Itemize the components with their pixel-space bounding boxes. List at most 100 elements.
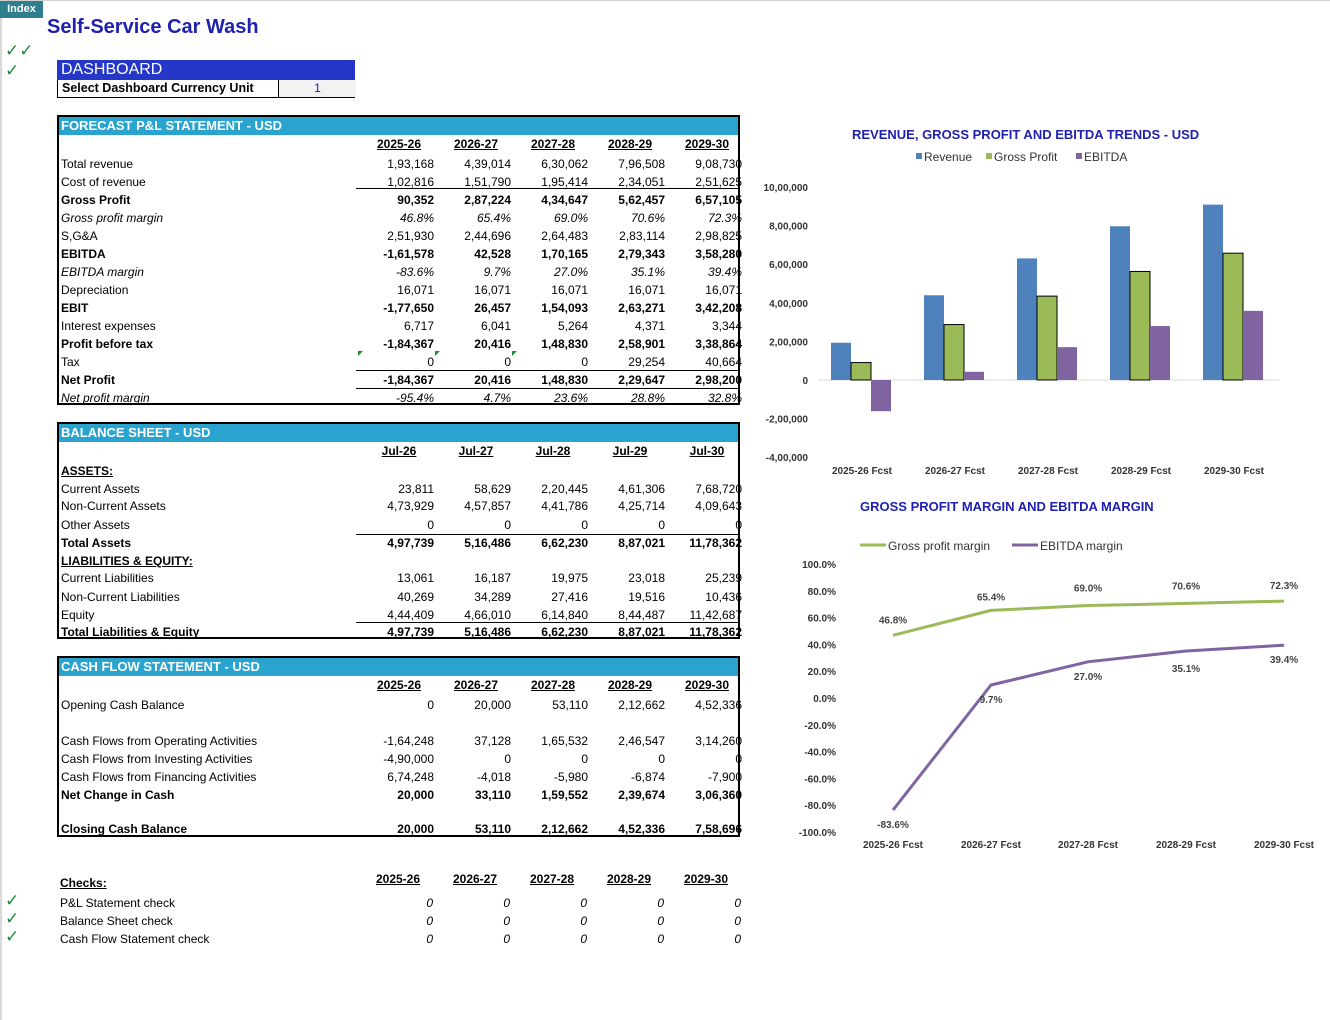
cell-value: 58,629 xyxy=(474,482,511,496)
cell-value: 16,071 xyxy=(705,283,742,297)
pl-header-row: 2025-26 2026-27 2027-28 2028-29 2029-30 xyxy=(60,135,740,153)
balance-sheet-heading: BALANCE SHEET - USD xyxy=(59,424,738,442)
legend-label: Gross Profit xyxy=(994,150,1058,164)
cell-value: 0 xyxy=(503,896,510,910)
column-header: 2025-26 xyxy=(375,872,421,886)
currency-unit-label: Select Dashboard Currency Unit xyxy=(62,81,254,95)
cell-value: 0 xyxy=(658,518,665,532)
cell-value: 0 xyxy=(504,752,511,766)
bar-gross-profit xyxy=(1222,252,1244,381)
cell-value: 23,018 xyxy=(628,571,665,585)
row-label: Net Profit xyxy=(61,373,115,387)
cell-value: 2,87,224 xyxy=(464,193,511,207)
cell-value: 4,66,010 xyxy=(464,608,511,622)
cell-value: 5,16,486 xyxy=(464,625,511,639)
cell-value: 0 xyxy=(734,932,741,946)
x-tick-label: 2027-28 Fcst xyxy=(1018,466,1079,477)
cell-value: 6,57,105 xyxy=(695,193,742,207)
y-tick-label: -2,00,000 xyxy=(766,415,809,426)
column-header: 2029-30 xyxy=(684,678,730,692)
table-row: Depreciation 16,071 16,071 16,071 16,071 16,0… xyxy=(60,281,742,299)
cell-value: 5,264 xyxy=(557,319,588,333)
cell-value: 6,62,230 xyxy=(541,536,588,550)
table-row: Total Assets 4,97,739 5,16,486 6,62,230 8,87… xyxy=(60,534,742,552)
table-row: Non-Current Liabilities 40,269 34,289 27,41… xyxy=(60,588,742,606)
row-label: Interest expenses xyxy=(61,319,156,333)
column-header: Jul-30 xyxy=(689,444,725,458)
cell-value: 42,528 xyxy=(474,247,511,261)
cell-value: 90,352 xyxy=(397,193,434,207)
legend-label: Gross profit margin xyxy=(888,539,990,553)
cell-value: 13,061 xyxy=(397,571,434,585)
sheet-top-gridline xyxy=(0,0,1330,1)
column-header: 2028-29 xyxy=(607,137,653,151)
cell-value: 0 xyxy=(580,896,587,910)
cell-value: 0 xyxy=(504,355,511,369)
x-tick-label: 2028-29 Fcst xyxy=(1111,466,1172,477)
table-row: Other Assets 0 0 0 0 0 xyxy=(60,516,742,534)
cell-value: -4,90,000 xyxy=(383,752,434,766)
column-header: 2027-28 xyxy=(530,137,576,151)
checks-table: Checks: 2025-26 2026-27 2027-28 2028-29 2029-… xyxy=(58,870,741,950)
cell-value: 10,436 xyxy=(705,590,742,604)
cash-flow-heading: CASH FLOW STATEMENT - USD xyxy=(59,658,738,676)
cell-value: 0 xyxy=(734,896,741,910)
cell-value: 8,44,487 xyxy=(618,608,665,622)
bar-ebitda xyxy=(1150,326,1170,380)
cell-value: 2,98,200 xyxy=(695,373,742,387)
bs-header-row: Jul-26 Jul-27 Jul-28 Jul-29 Jul-30 xyxy=(60,442,740,460)
cell-value: 6,30,062 xyxy=(541,157,588,171)
cell-value: 23.6% xyxy=(553,391,588,405)
row-label: Tax xyxy=(61,355,80,369)
cell-value: 0 xyxy=(657,932,664,946)
column-header: Jul-27 xyxy=(458,444,494,458)
cell-value: 35.1% xyxy=(630,265,665,279)
cell-value: 53,110 xyxy=(474,822,511,836)
index-tab-button[interactable]: Index xyxy=(0,1,43,18)
cell-comment-indicator xyxy=(358,351,363,356)
table-row: EBITDA -1,61,578 42,528 1,70,165 2,79,343 3,5… xyxy=(60,245,742,263)
cell-value: 5,16,486 xyxy=(464,536,511,550)
row-label: Depreciation xyxy=(61,283,129,297)
row-label: Cash Flow Statement check xyxy=(60,932,210,946)
row-label: Current Assets xyxy=(61,482,140,496)
cell-value: 7,96,508 xyxy=(618,157,665,171)
cell-value: 0 xyxy=(734,914,741,928)
cell-value: 1,51,790 xyxy=(464,175,511,189)
cell-value: -1,84,367 xyxy=(383,337,434,351)
cell-value: 2,46,547 xyxy=(618,734,665,748)
row-label: Non-Current Liabilities xyxy=(61,590,180,604)
cell-value: 33,110 xyxy=(474,788,511,802)
table-row: Balance Sheet check 0 0 0 0 0 xyxy=(59,912,741,930)
cell-value: 16,071 xyxy=(474,283,511,297)
pl-statement-heading: FORECAST P&L STATEMENT - USD xyxy=(59,117,738,135)
cell-value: 0 xyxy=(580,932,587,946)
row-label: Cost of revenue xyxy=(61,175,146,189)
dashboard-heading: DASHBOARD xyxy=(57,60,355,80)
currency-unit-input[interactable]: 1 xyxy=(278,80,356,97)
row-label: Net Change in Cash xyxy=(61,788,175,802)
y-tick-label: 4,00,000 xyxy=(769,299,808,310)
table-row: Interest expenses 6,717 6,041 5,264 4,371 3,3… xyxy=(60,317,742,335)
cell-value: 72.3% xyxy=(707,211,742,225)
data-label: 69.0% xyxy=(1074,584,1102,595)
row-label: LIABILITIES & EQUITY: xyxy=(61,554,193,568)
table-row: Total Liabilities & Equity 4,97,739 5,16,4… xyxy=(60,623,742,641)
cell-value: 39.4% xyxy=(707,265,742,279)
cell-value: 0 xyxy=(427,698,434,712)
table-row: Total revenue 1,93,168 4,39,014 6,30,062 7,9… xyxy=(60,155,742,173)
cell-value: 34,289 xyxy=(474,590,511,604)
currency-selector-row: Select Dashboard Currency Unit 1 xyxy=(57,80,356,98)
cell-value: 4,73,929 xyxy=(387,499,434,513)
cell-value: 2,12,662 xyxy=(618,698,665,712)
cell-value: 2,79,343 xyxy=(618,247,665,261)
cell-value: 2,44,696 xyxy=(464,229,511,243)
row-label: Net profit margin xyxy=(61,391,150,405)
cell-value: 3,344 xyxy=(711,319,742,333)
column-header: 2029-30 xyxy=(683,872,729,886)
cell-value: 4,97,739 xyxy=(387,625,434,639)
row-label: Profit before tax xyxy=(61,337,154,351)
row-label: Non-Current Assets xyxy=(61,499,166,513)
legend-swatch xyxy=(916,153,922,159)
check-mark-icon: ✓ xyxy=(5,927,20,946)
